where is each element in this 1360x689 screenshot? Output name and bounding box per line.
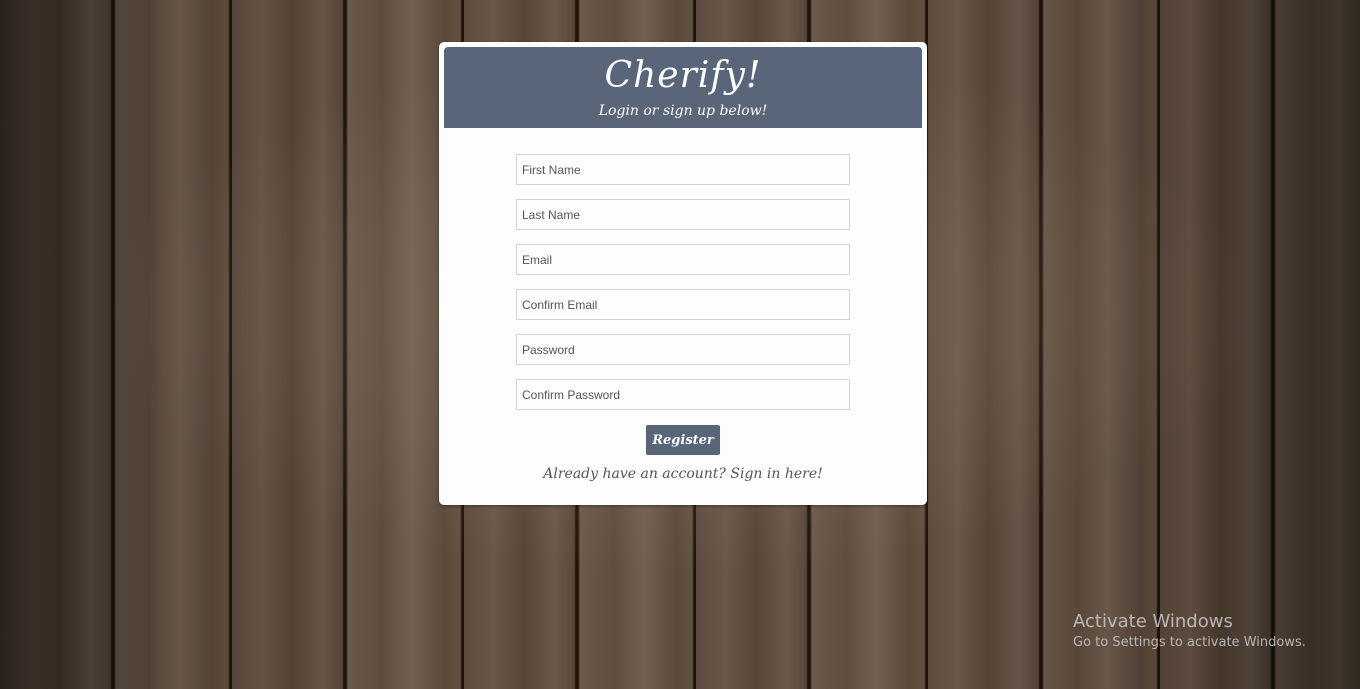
registration-card: Cherify! Login or sign up below! Registe… (439, 42, 927, 505)
sign-in-link[interactable]: Already have an account? Sign in here! (439, 466, 927, 482)
confirm-email-field[interactable] (516, 289, 850, 320)
brand-subtitle: Login or sign up below! (598, 103, 768, 119)
brand-title: Cherify! (604, 55, 762, 96)
activate-windows-watermark: Activate Windows Go to Settings to activ… (1073, 611, 1306, 653)
register-button[interactable]: Register (646, 425, 720, 455)
email-field[interactable] (516, 244, 850, 275)
password-field[interactable] (516, 334, 850, 365)
first-name-field[interactable] (516, 154, 850, 185)
card-header: Cherify! Login or sign up below! (444, 47, 922, 128)
watermark-subtitle: Go to Settings to activate Windows. (1073, 635, 1306, 650)
confirm-password-field[interactable] (516, 379, 850, 410)
last-name-field[interactable] (516, 199, 850, 230)
watermark-title: Activate Windows (1073, 611, 1233, 632)
